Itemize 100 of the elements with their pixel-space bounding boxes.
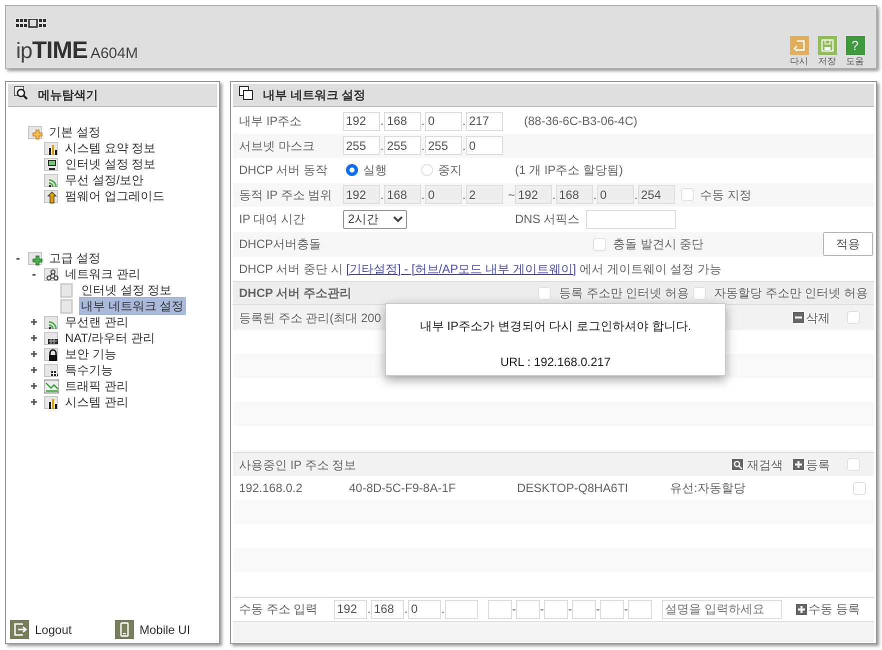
manual-register-button[interactable]: 수동 등록 (796, 600, 860, 618)
expand-toggle[interactable]: + (26, 329, 42, 347)
tree-item[interactable]: 고급 설정 (47, 249, 102, 267)
radio-button[interactable] (346, 164, 358, 176)
dot-separator: . (462, 113, 466, 130)
dot-separator: . (552, 186, 556, 204)
plus-icon (793, 459, 804, 470)
mobile-ui-button[interactable]: Mobile UI (114, 620, 219, 639)
mac-octet-field[interactable] (544, 600, 568, 619)
mac-octet-field[interactable] (572, 600, 596, 619)
dot-separator: . (441, 601, 445, 618)
tree-item[interactable]: 보안 기능 (63, 345, 118, 363)
lock-icon (44, 346, 59, 362)
ip-octet-field[interactable]: 192 (334, 600, 367, 619)
checkbox-option[interactable]: 자동할당 주소만 인터넷 허용 (692, 284, 868, 302)
dot-separator: . (421, 138, 425, 155)
tree-item[interactable]: NAT/라우터 관리 (63, 329, 157, 347)
tree-item[interactable]: 시스템 요약 정보 (63, 139, 158, 157)
tree-item[interactable]: 기본 설정 (47, 123, 102, 141)
expand-toggle[interactable]: - (10, 249, 26, 267)
dns-suffix-field[interactable] (586, 210, 676, 229)
dot-separator: . (462, 186, 466, 204)
popup-message: 내부 IP주소가 변경되어 다시 로그인하셔야 합니다. (418, 318, 692, 335)
field-label: 서브넷 마스크 (239, 138, 316, 155)
wifi-icon (44, 314, 59, 330)
search-icon (14, 86, 28, 100)
dot-separator: . (380, 138, 384, 155)
ip-octet-field[interactable]: 0 (425, 112, 462, 131)
delete-button[interactable]: 삭제 (793, 308, 830, 326)
tree-item[interactable]: 인터넷 설정 정보 (63, 155, 158, 173)
logout-button[interactable]: Logout (10, 620, 114, 639)
save-button[interactable]: 저장 (814, 36, 840, 68)
apply-button[interactable]: 적용 (823, 232, 873, 256)
traffic-chart-icon (44, 378, 59, 394)
help-button[interactable]: ? 도움 (842, 36, 868, 68)
tree-item[interactable]: 시스템 관리 (63, 393, 130, 411)
rescan-button[interactable]: 재검색 (732, 456, 783, 474)
undo-button[interactable]: 다시 (786, 36, 812, 68)
checkbox-option[interactable]: 등록 주소만 인터넷 허용 (538, 284, 689, 302)
field-label: DHCP 서버 동작 (239, 162, 328, 180)
description-field[interactable]: 설명을 입력하세요 (662, 600, 782, 619)
list-title: 사용중인 IP 주소 정보 (239, 456, 356, 474)
tree-item[interactable]: 특수기능 (63, 361, 115, 379)
expand-toggle[interactable]: + (26, 313, 42, 331)
dash-separator: - (596, 601, 600, 618)
tree-item[interactable]: 트래픽 관리 (63, 377, 130, 395)
dot-separator: . (421, 113, 425, 130)
register-button[interactable]: 등록 (793, 456, 830, 474)
field-label: DNS 서픽스 (515, 211, 580, 228)
chart-icon (44, 394, 59, 410)
option-label: 실행 (363, 162, 387, 180)
dot-separator: . (367, 601, 371, 618)
tree-item[interactable]: 펌웨어 업그레이드 (63, 187, 166, 205)
tree-item[interactable]: 네트워크 관리 (63, 265, 142, 283)
expand-toggle[interactable]: - (26, 265, 42, 283)
dot-separator: . (421, 186, 425, 204)
ip-octet-field[interactable]: 255 (425, 136, 462, 156)
checkbox[interactable] (853, 482, 866, 494)
ip-octet-field[interactable]: 217 (466, 112, 503, 131)
list-title: 등록된 주소 관리(최대 200 (239, 310, 382, 326)
monitor-icon (44, 156, 59, 172)
model-name: A604M (90, 44, 138, 64)
ip-octet-field[interactable]: 255 (343, 136, 380, 156)
checkbox[interactable] (593, 238, 606, 250)
dot-separator: . (404, 601, 408, 618)
expand-toggle[interactable]: + (26, 393, 42, 411)
folder-icon (28, 124, 43, 140)
brand-logo: ipTIME (16, 39, 88, 63)
ip-octet-field[interactable]: 168 (384, 112, 421, 131)
expand-toggle[interactable]: + (26, 361, 42, 379)
copy-icon (239, 86, 253, 100)
ip-octet-field[interactable]: 192 (343, 112, 380, 131)
checkbox[interactable] (847, 458, 860, 471)
lease-time-select[interactable]: 2시간 (343, 210, 407, 229)
expand-toggle[interactable]: + (26, 345, 42, 363)
checkbox[interactable] (538, 286, 551, 300)
checkbox-option[interactable]: 충돌 발견시 중단 (593, 235, 704, 253)
mac-octet-field[interactable] (600, 600, 624, 619)
expand-toggle[interactable]: + (26, 377, 42, 395)
table-cell-text: 유선:자동할당 (670, 480, 746, 497)
tree-item[interactable]: 인터넷 설정 정보 (79, 281, 174, 299)
mac-octet-field[interactable] (628, 600, 652, 619)
ip-octet-field[interactable]: 0 (466, 136, 503, 156)
settings-link[interactable]: [기타설정] - [허브/AP모드 내부 게이트웨이] (346, 262, 576, 276)
tree-item[interactable]: 무선랜 관리 (63, 313, 130, 331)
mac-octet-field[interactable] (488, 600, 512, 619)
tree-item[interactable]: 무선 설정/보안 (63, 171, 146, 189)
table-cell-text: DESKTOP-Q8HA6TI (517, 480, 630, 497)
checkbox[interactable] (847, 311, 860, 324)
ip-octet-field[interactable]: 255 (384, 136, 421, 156)
ip-octet-field[interactable]: 168 (371, 600, 404, 619)
ip-octet-field[interactable] (445, 600, 478, 619)
mac-address-text: (88-36-6C-B3-06-4C) (524, 113, 638, 130)
ip-octet-field[interactable]: 0 (408, 600, 441, 619)
mac-octet-field[interactable] (516, 600, 540, 619)
dot-separator: . (380, 113, 384, 130)
checkbox[interactable] (692, 286, 706, 300)
logout-icon (10, 620, 29, 639)
status-note: (1 개 IP주소 할당됨) (515, 162, 624, 180)
tree-item[interactable]: 내부 네트워크 설정 (79, 297, 186, 315)
